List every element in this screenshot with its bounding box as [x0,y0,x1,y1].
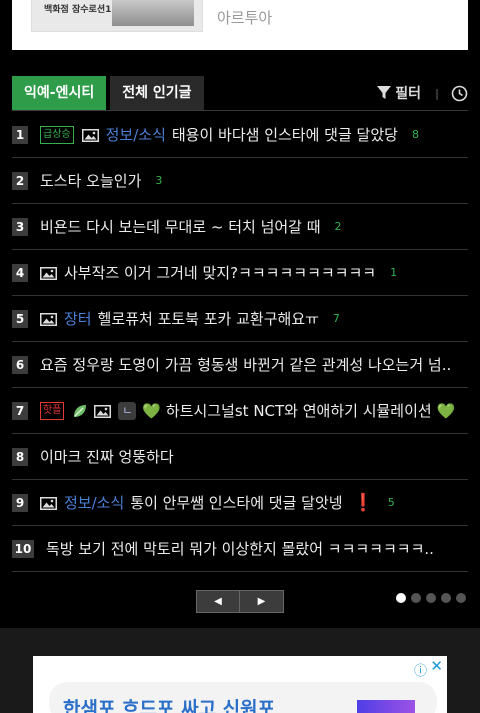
post-row[interactable]: 2 도스타 오늘인가 3 [12,158,468,204]
page-dot[interactable] [396,593,406,603]
post-row[interactable]: 4 사부작즈 이거 그거네 맞지?ㅋㅋㅋㅋㅋㅋㅋㅋㅋㅋ 1 [12,250,468,296]
post-title[interactable]: 비욘드 다시 보는데 무대로 ~ 터치 넘어갈 때 [40,216,321,237]
post-rank: 9 [12,493,28,512]
post-list: 1 급상승 정보/소식 태용이 바다샘 인스타에 댓글 달았당 8 2 도스타 오늘인가 3 3… [12,112,468,572]
comment-count: 3 [155,174,163,187]
post-title[interactable]: 도스타 오늘인가 [40,170,141,191]
image-icon [94,404,112,418]
exclamation-icon: ❗ [352,492,374,513]
board-tabs: 익예-엔시티 전체 인기글 [12,76,204,110]
post-rank: 4 [12,263,28,282]
post-row[interactable]: 1 급상승 정보/소식 태용이 바다샘 인스타에 댓글 달았당 8 [12,112,468,158]
page-dot[interactable] [456,593,466,603]
reply-icon: ㄴ [118,401,137,420]
image-icon [40,312,57,326]
comment-count: 7 [332,312,340,325]
post-title[interactable]: 헬로퓨처 포토북 포카 교환구해요ㅠ [98,308,319,329]
post-title[interactable]: 사부작즈 이거 그거네 맞지?ㅋㅋㅋㅋㅋㅋㅋㅋㅋㅋ [64,262,376,283]
post-row[interactable]: 6 요즘 정우랑 도영이 가끔 형동생 바뀐거 같은 관계성 나오는거 넘.. [12,342,468,388]
post-title[interactable]: 요즘 정우랑 도영이 가끔 형동생 바뀐거 같은 관계성 나오는거 넘.. [40,354,451,375]
post-title[interactable]: 이마크 진짜 엉뚱하다 [40,446,174,467]
ad-headline: 한샘포 흐드포 싸고 신원포 [63,698,276,713]
tabs-underline [12,110,468,111]
post-rank: 8 [12,447,28,466]
post-category[interactable]: 정보/소식 [64,492,124,513]
post-row[interactable]: 10 독방 보기 전에 막토리 뭐가 이상한지 몰랐어 ㅋㅋㅋㅋㅋㅋㅋ.. [12,526,468,572]
ad-brand: 아르투아 [217,9,273,27]
comment-count: 8 [411,128,419,141]
image-icon [40,266,57,280]
comment-count: 2 [334,220,342,233]
post-rank: 5 [12,309,28,328]
post-rank: 10 [12,539,34,558]
post-rank: 2 [12,171,28,190]
comment-count: 5 [387,496,395,509]
filter-icon[interactable] [376,85,392,101]
filter-button[interactable]: 필터 [395,83,421,103]
ad-card[interactable]: 한샘포 흐드포 싸고 신원포 [49,682,437,713]
ad-info-icon[interactable]: ⓘ [414,660,427,679]
post-rank: 1 [12,125,28,144]
post-row[interactable]: 7 핫플 ㄴ 💚 하트시그널st NCT와 연애하기 시뮬레이션 💚 [12,388,468,434]
post-category[interactable]: 정보/소식 [106,124,166,145]
ad-thumbnail: 백화점 잠수로션1+1 [31,0,203,32]
bottom-ad-banner[interactable]: ⓘ ✕ 한샘포 흐드포 싸고 신원포 [33,656,447,713]
top-ad-banner[interactable]: 백화점 잠수로션1+1 아르투아 [12,0,468,50]
toolbar-divider: | [434,86,439,100]
toolbar: 필터 | [376,83,468,103]
post-row[interactable]: 9 정보/소식 통이 안무쌤 인스타에 댓글 달앗넹 ❗ 5 [12,480,468,526]
post-title[interactable]: 통이 안무쌤 인스타에 댓글 달앗넹 [130,492,342,513]
page-dot[interactable] [411,593,421,603]
next-page-button[interactable]: ▶ [240,590,284,613]
post-title[interactable]: 태용이 바다샘 인스타에 댓글 달았당 [172,124,398,145]
post-title[interactable]: 💚 하트시그널st NCT와 연애하기 시뮬레이션 💚 [142,400,455,421]
image-icon [40,496,57,510]
post-badge: 핫플 [40,401,65,420]
prev-page-button[interactable]: ◀ [196,590,240,613]
post-row[interactable]: 5 장터 헬로퓨처 포토북 포카 교환구해요ㅠ 7 [12,296,468,342]
post-rank: 6 [12,355,28,374]
post-title[interactable]: 독방 보기 전에 막토리 뭐가 이상한지 몰랐어 ㅋㅋㅋㅋㅋㅋㅋ.. [46,538,434,559]
page-dots [396,593,471,603]
post-row[interactable]: 3 비욘드 다시 보는데 무대로 ~ 터치 넘어갈 때 2 [12,204,468,250]
image-icon [81,128,99,142]
page-dot[interactable] [426,593,436,603]
tab-board[interactable]: 익예-엔시티 [12,76,107,110]
ad-close-icon[interactable]: ✕ [430,657,443,675]
tab-popular-all[interactable]: 전체 인기글 [110,76,204,110]
post-category[interactable]: 장터 [64,308,92,329]
post-rank: 3 [12,217,28,236]
leaf-icon [72,403,88,419]
clock-icon[interactable] [451,85,468,102]
post-row[interactable]: 8 이마크 진짜 엉뚱하다 [12,434,468,480]
pager: ◀ ▶ [196,590,284,613]
ad-product-image [112,0,194,26]
post-badge: 급상승 [40,125,74,144]
page-dot[interactable] [441,593,451,603]
ad-product-image [357,700,415,713]
comment-count: 1 [390,266,398,279]
post-rank: 7 [12,401,28,420]
